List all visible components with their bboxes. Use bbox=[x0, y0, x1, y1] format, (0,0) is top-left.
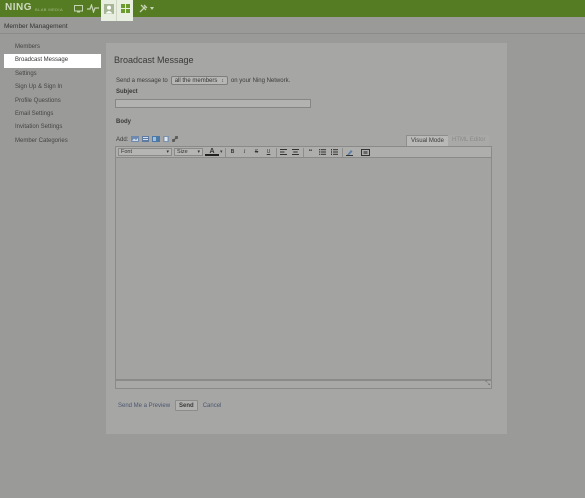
editor-status-bar: ⤡ bbox=[115, 380, 492, 389]
page-title: Broadcast Message bbox=[114, 55, 194, 65]
align-center-icon[interactable] bbox=[291, 148, 301, 157]
tab-visual-mode[interactable]: Visual Mode bbox=[406, 135, 449, 146]
add-image-icon[interactable] bbox=[131, 136, 140, 144]
numbered-list-icon[interactable] bbox=[330, 148, 340, 157]
toolbar-divider bbox=[341, 147, 343, 157]
font-select-label: Font bbox=[121, 149, 133, 155]
font-select[interactable]: Font ▾ bbox=[118, 148, 172, 156]
add-video-icon[interactable] bbox=[142, 136, 150, 144]
send-button[interactable]: Send bbox=[175, 400, 198, 411]
italic-button[interactable]: I bbox=[240, 148, 250, 157]
add-music-icon[interactable] bbox=[152, 136, 161, 144]
clear-formatting-icon[interactable] bbox=[345, 148, 355, 157]
strikethrough-button[interactable]: S bbox=[252, 148, 262, 157]
add-label: Add: bbox=[116, 137, 129, 143]
bulleted-list-icon[interactable] bbox=[318, 148, 328, 157]
toolbar-divider bbox=[275, 147, 277, 157]
cancel-link[interactable]: Cancel bbox=[203, 403, 222, 409]
tab-html-editor[interactable]: HTML Editor bbox=[448, 135, 490, 146]
resize-handle-icon[interactable]: ⤡ bbox=[485, 381, 490, 388]
align-left-icon[interactable] bbox=[279, 148, 289, 157]
toolbar-divider bbox=[224, 147, 226, 157]
sidebar-item-members[interactable]: Members bbox=[4, 41, 101, 54]
size-select[interactable]: Size ▾ bbox=[174, 148, 203, 156]
send-preview-link[interactable]: Send Me a Preview bbox=[118, 403, 170, 409]
add-file-icon[interactable] bbox=[163, 136, 170, 144]
select-arrows-icon: ↕ bbox=[221, 77, 224, 84]
sidebar-item-invitation-settings[interactable]: Invitation Settings bbox=[4, 121, 101, 134]
broadcast-message-panel: Broadcast Message Send a message to all … bbox=[106, 43, 507, 434]
sidebar-item-broadcast-message[interactable]: Broadcast Message bbox=[4, 54, 101, 68]
sidebar-item-sign-up-sign-in[interactable]: Sign Up & Sign In bbox=[4, 81, 101, 94]
recipient-select[interactable]: all the members ↕ bbox=[170, 76, 228, 85]
network-name: BLAB MEDIA bbox=[35, 7, 64, 12]
sidebar-item-profile-questions[interactable]: Profile Questions bbox=[4, 95, 101, 108]
section-header: Member Management bbox=[0, 17, 585, 34]
activity-icon[interactable] bbox=[86, 0, 100, 17]
form-actions: Send Me a Preview Send Cancel bbox=[118, 400, 221, 411]
sidebar-item-settings[interactable]: Settings bbox=[4, 68, 101, 81]
message-body-editor[interactable] bbox=[115, 158, 492, 380]
sidebar-item-member-categories[interactable]: Member Categories bbox=[4, 135, 101, 148]
chevron-down-icon[interactable]: ▾ bbox=[220, 149, 223, 155]
ning-logo[interactable]: NING bbox=[5, 2, 32, 13]
member-icon[interactable] bbox=[103, 0, 115, 17]
grid-icon[interactable] bbox=[119, 0, 131, 17]
chevron-down-icon: ▾ bbox=[197, 149, 200, 155]
body-label: Body bbox=[116, 119, 131, 125]
sidebar: Members Broadcast Message Settings Sign … bbox=[4, 41, 101, 148]
underline-button[interactable]: U bbox=[264, 148, 274, 157]
blockquote-icon[interactable]: “ bbox=[306, 148, 316, 157]
size-select-label: Size bbox=[177, 149, 188, 155]
text-color-icon: A bbox=[209, 147, 215, 155]
add-media-row: Add: bbox=[116, 135, 179, 144]
recipient-row: Send a message to all the members ↕ on y… bbox=[116, 76, 290, 85]
recipient-select-value: all the members bbox=[174, 77, 218, 84]
tools-icon[interactable] bbox=[138, 0, 156, 17]
section-title: Member Management bbox=[4, 23, 68, 30]
send-suffix-text: on your Ning Network. bbox=[230, 77, 291, 84]
send-prefix-text: Send a message to bbox=[116, 77, 168, 84]
editor-toolbar: Font ▾ Size ▾ A ▾ B I S U “ bbox=[115, 146, 492, 158]
top-navigation-bar: NING BLAB MEDIA bbox=[0, 0, 585, 17]
toolbar-divider bbox=[302, 147, 304, 157]
monitor-icon[interactable] bbox=[72, 0, 84, 17]
bold-button[interactable]: B bbox=[228, 148, 238, 157]
fullscreen-icon[interactable] bbox=[361, 148, 371, 157]
subject-input[interactable] bbox=[115, 99, 311, 108]
subject-label: Subject bbox=[116, 89, 138, 95]
chevron-down-icon: ▾ bbox=[166, 149, 169, 155]
add-link-icon[interactable] bbox=[172, 135, 179, 144]
sidebar-item-email-settings[interactable]: Email Settings bbox=[4, 108, 101, 121]
text-color-button[interactable]: A bbox=[205, 148, 219, 156]
